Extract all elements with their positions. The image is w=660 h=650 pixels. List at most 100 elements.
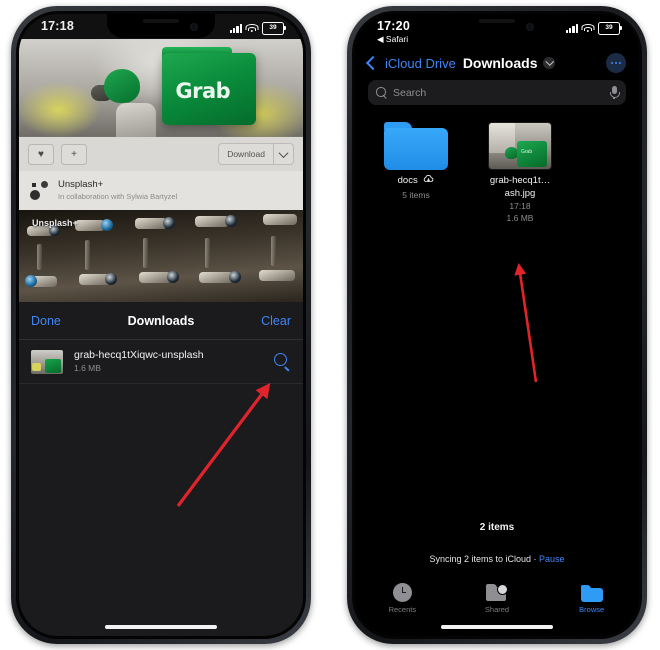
tab-shared[interactable]: Shared: [450, 574, 545, 614]
attribution-title: Unsplash+: [58, 179, 104, 190]
front-camera-icon: [190, 23, 198, 31]
wifi-icon: [245, 23, 259, 33]
cloud-download-icon: [423, 175, 434, 189]
tab-recents[interactable]: Recents: [355, 574, 450, 614]
sync-status-text: Syncing 2 items to iCloud ·: [429, 554, 539, 564]
downloads-header: Done Downloads Clear: [19, 302, 303, 340]
camera-lens: [167, 271, 179, 283]
safari-page: Grab ♥ + Download Unsplash+ In collabora…: [19, 14, 303, 636]
image-action-bar: ♥ + Download: [19, 137, 303, 171]
home-indicator[interactable]: [441, 624, 553, 629]
tab-label: Recents: [388, 605, 417, 614]
back-to-app-link[interactable]: ◀ Safari: [377, 34, 410, 45]
delivery-bag: Grab: [162, 53, 257, 125]
camera-lens: [25, 275, 37, 287]
tab-label: Browse: [579, 605, 605, 614]
camera-body: [195, 216, 229, 227]
rider-shape: [115, 103, 156, 137]
ellipsis-circle-icon[interactable]: [606, 53, 626, 73]
downloads-sheet: Done Downloads Clear grab-hecq1tXiqwc-un…: [19, 302, 303, 636]
attribution-row[interactable]: Unsplash+ In collaboration with Sylwia B…: [19, 171, 303, 210]
camera-lens: [229, 271, 241, 283]
hero-background: [19, 39, 303, 137]
camera-body: [199, 272, 233, 283]
unsplash-plus-badge: Unsplash+: [32, 218, 78, 228]
download-file-name: grab-hecq1tXiqwc-unsplash: [74, 349, 204, 361]
camera-arm: [143, 238, 148, 268]
download-thumbnail: [31, 349, 63, 374]
home-indicator[interactable]: [105, 624, 217, 629]
right-status-right: 39: [565, 22, 622, 35]
item-count-label: 2 items: [479, 522, 515, 533]
camera-lens: [225, 215, 237, 227]
camera-arm: [37, 244, 42, 270]
left-phone-screen: Grab ♥ + Download Unsplash+ In collabora…: [19, 14, 303, 636]
camera-lens: [105, 273, 117, 285]
attribution-subtitle: In collaboration with Sylwia Bartyzel: [58, 192, 178, 201]
right-phone-device: iCloud Drive Downloads Search docs 5 ite…: [347, 6, 647, 644]
search-icon[interactable]: [274, 353, 291, 372]
favorite-button[interactable]: ♥: [28, 143, 54, 165]
pause-sync-button[interactable]: Pause: [539, 554, 565, 564]
download-button-group[interactable]: Download: [218, 143, 294, 165]
chevron-left-icon[interactable]: [365, 55, 381, 71]
add-to-collection-button[interactable]: +: [61, 143, 87, 165]
clock-icon: [392, 583, 412, 602]
file-item-docs[interactable]: docs 5 items: [377, 116, 455, 224]
files-grid: docs 5 items Grab grab-hecq1t…ash.jpg 17…: [377, 116, 617, 224]
image-thumbnail: [481, 116, 559, 170]
files-nav-bar: iCloud Drive Downloads: [355, 48, 639, 78]
camera-body: [259, 270, 295, 281]
download-options-button[interactable]: [273, 144, 293, 164]
second-image-cameras[interactable]: Unsplash+: [19, 210, 303, 302]
file-name: grab-hecq1t…ash.jpg: [489, 175, 551, 199]
cellular-bars-icon: [229, 23, 242, 33]
rider-helmet-green: [104, 69, 141, 103]
download-item-meta: grab-hecq1tXiqwc-unsplash 1.6 MB: [74, 348, 204, 375]
battery-icon: 39: [598, 22, 622, 35]
folder-icon: [377, 116, 455, 170]
status-time: 17:20: [377, 19, 410, 33]
tab-label: Shared: [484, 605, 510, 614]
battery-level: 39: [269, 24, 277, 31]
left-phone-device: Grab ♥ + Download Unsplash+ In collabora…: [11, 6, 311, 644]
battery-icon: 39: [262, 22, 286, 35]
download-file-size: 1.6 MB: [74, 363, 101, 373]
camera-lens: [101, 219, 113, 231]
sync-status-bar: Syncing 2 items to iCloud · Pause: [355, 554, 639, 564]
attribution-text: Unsplash+ In collaboration with Sylwia B…: [58, 179, 177, 202]
camera-arm: [85, 240, 90, 270]
search-input[interactable]: Search: [368, 80, 626, 105]
left-phone-bezel: Grab ♥ + Download Unsplash+ In collabora…: [16, 11, 306, 639]
left-status-right: 39: [229, 22, 286, 35]
hero-image-grab[interactable]: Grab: [19, 39, 303, 137]
file-name: docs: [377, 175, 455, 189]
microphone-icon[interactable]: [610, 86, 620, 99]
clear-button[interactable]: Clear: [261, 314, 291, 328]
file-size: 1.6 MB: [506, 213, 534, 223]
right-phone-bezel: iCloud Drive Downloads Search docs 5 ite…: [352, 11, 642, 639]
search-placeholder: Search: [393, 86, 427, 99]
status-time: 17:18: [41, 19, 74, 33]
left-status-left: 17:18: [41, 20, 74, 33]
file-item-image[interactable]: grab-hecq1t…ash.jpg 17:18 1.6 MB: [481, 116, 559, 224]
speaker-grille: [479, 19, 515, 23]
tab-browse[interactable]: Browse: [544, 574, 639, 614]
files-app-page: iCloud Drive Downloads Search docs 5 ite…: [355, 14, 639, 636]
battery-level: 39: [605, 24, 613, 31]
thumbnail-detail: [32, 362, 41, 371]
thumbnail-bag: [45, 358, 61, 373]
download-button[interactable]: Download: [219, 145, 273, 164]
camera-arm: [271, 236, 276, 266]
chevron-down-icon: [278, 147, 289, 158]
chevron-down-icon[interactable]: [543, 57, 556, 69]
done-button[interactable]: Done: [31, 314, 61, 328]
screenshot-stage: Grab ♥ + Download Unsplash+ In collabora…: [0, 0, 660, 650]
wifi-icon: [581, 23, 595, 33]
page-title: Downloads: [462, 55, 538, 71]
thumbnail-bag: [517, 141, 547, 167]
speaker-grille: [143, 19, 179, 23]
breadcrumb-parent[interactable]: iCloud Drive: [385, 56, 456, 71]
download-list-item[interactable]: grab-hecq1tXiqwc-unsplash 1.6 MB: [19, 340, 303, 384]
cellular-bars-icon: [565, 23, 578, 33]
